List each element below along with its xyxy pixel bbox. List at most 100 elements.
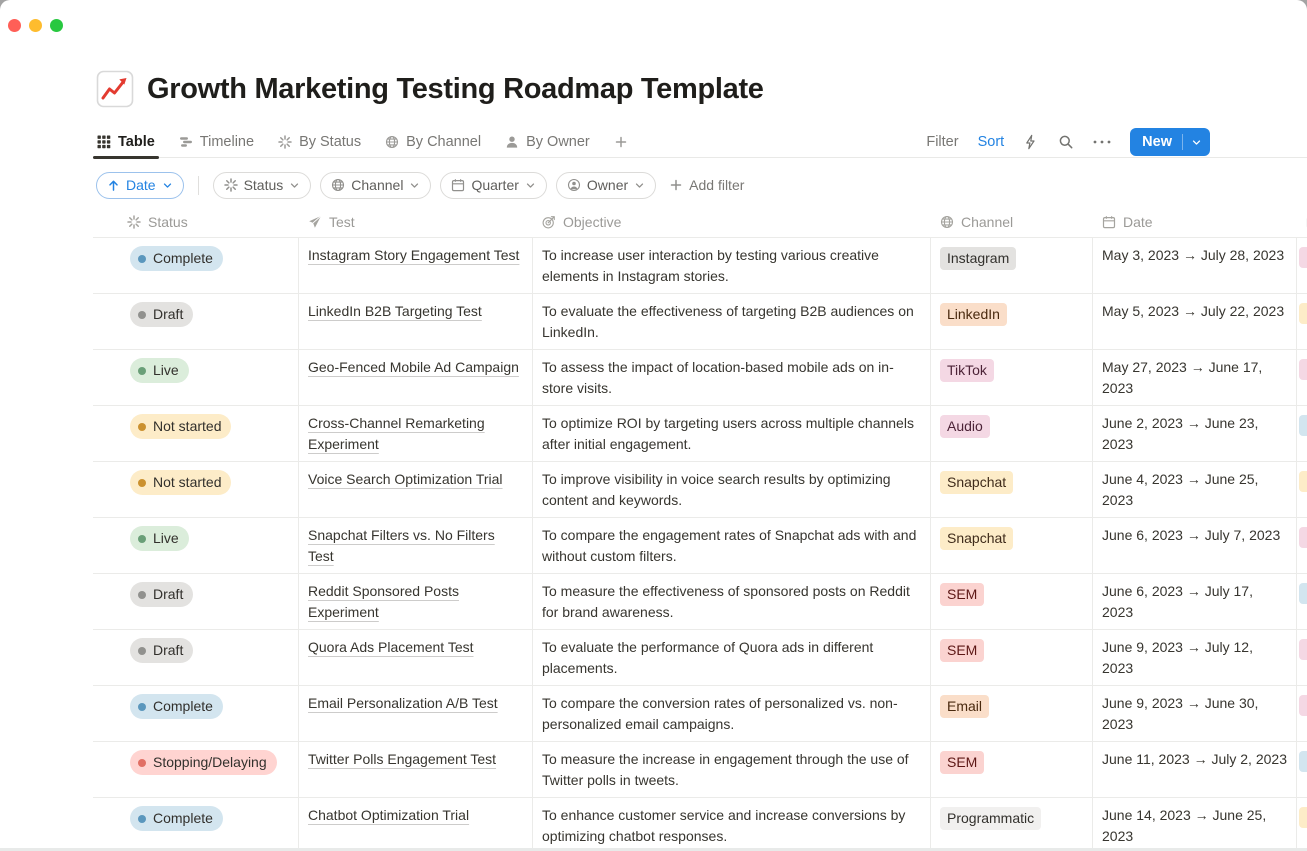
sort-button[interactable]: Sort	[978, 134, 1005, 150]
new-dropdown-chevron-icon[interactable]	[1183, 137, 1210, 148]
clipped-column-cell[interactable]	[1297, 350, 1307, 405]
test-link[interactable]: Cross-Channel Remarketing Experiment	[308, 415, 485, 452]
test-link[interactable]: Email Personalization A/B Test	[308, 695, 498, 711]
date-cell[interactable]: May 3, 2023 → July 28, 2023	[1093, 238, 1297, 293]
test-link[interactable]: Reddit Sponsored Posts Experiment	[308, 583, 459, 620]
column-header-test[interactable]: Test	[299, 207, 533, 237]
status-cell[interactable]: Live	[93, 518, 299, 573]
bolt-icon[interactable]	[1023, 134, 1039, 150]
test-cell[interactable]: Voice Search Optimization Trial	[299, 462, 533, 517]
ellipsis-icon[interactable]	[1093, 139, 1111, 145]
sort-pill-date[interactable]: Date	[96, 172, 184, 199]
channel-cell[interactable]: SEM	[931, 630, 1093, 685]
test-link[interactable]: Twitter Polls Engagement Test	[308, 751, 496, 767]
objective-cell[interactable]: To enhance customer service and increase…	[533, 798, 931, 851]
date-cell[interactable]: June 6, 2023 → July 17, 2023	[1093, 574, 1297, 629]
objective-cell[interactable]: To evaluate the effectiveness of targeti…	[533, 294, 931, 349]
date-cell[interactable]: May 27, 2023 → June 17, 2023	[1093, 350, 1297, 405]
test-cell[interactable]: Email Personalization A/B Test	[299, 686, 533, 741]
clipped-column-cell[interactable]	[1297, 518, 1307, 573]
channel-cell[interactable]: Snapchat	[931, 518, 1093, 573]
expand-window-button[interactable]	[50, 19, 63, 32]
status-cell[interactable]: Complete	[93, 238, 299, 293]
channel-cell[interactable]: Email	[931, 686, 1093, 741]
test-cell[interactable]: Geo-Fenced Mobile Ad Campaign	[299, 350, 533, 405]
filter-pill-channel[interactable]: Channel	[320, 172, 431, 199]
channel-cell[interactable]: Programmatic	[931, 798, 1093, 851]
status-cell[interactable]: Not started	[93, 462, 299, 517]
test-link[interactable]: Geo-Fenced Mobile Ad Campaign	[308, 359, 519, 375]
clipped-column-cell[interactable]	[1297, 630, 1307, 685]
column-header-date[interactable]: Date	[1093, 207, 1297, 237]
channel-cell[interactable]: SEM	[931, 742, 1093, 797]
test-cell[interactable]: Twitter Polls Engagement Test	[299, 742, 533, 797]
status-cell[interactable]: Live	[93, 350, 299, 405]
channel-cell[interactable]: TikTok	[931, 350, 1093, 405]
test-cell[interactable]: Snapchat Filters vs. No Filters Test	[299, 518, 533, 573]
status-cell[interactable]: Draft	[93, 294, 299, 349]
date-cell[interactable]: May 5, 2023 → July 22, 2023	[1093, 294, 1297, 349]
test-cell[interactable]: Cross-Channel Remarketing Experiment	[299, 406, 533, 461]
tab-timeline[interactable]: Timeline	[179, 134, 254, 150]
objective-cell[interactable]: To increase user interaction by testing …	[533, 238, 931, 293]
clipped-column-cell[interactable]	[1297, 462, 1307, 517]
test-link[interactable]: Voice Search Optimization Trial	[308, 471, 503, 487]
channel-cell[interactable]: Snapchat	[931, 462, 1093, 517]
status-cell[interactable]: Not started	[93, 406, 299, 461]
clipped-column-cell[interactable]	[1297, 574, 1307, 629]
status-cell[interactable]: Complete	[93, 798, 299, 851]
objective-cell[interactable]: To compare the engagement rates of Snapc…	[533, 518, 931, 573]
filter-pill-owner[interactable]: Owner	[556, 172, 656, 199]
clipped-column-cell[interactable]	[1297, 798, 1307, 851]
objective-cell[interactable]: To optimize ROI by targeting users acros…	[533, 406, 931, 461]
column-header-objective[interactable]: Objective	[533, 207, 931, 237]
test-cell[interactable]: Chatbot Optimization Trial	[299, 798, 533, 851]
status-cell[interactable]: Draft	[93, 574, 299, 629]
date-cell[interactable]: June 9, 2023 → July 12, 2023	[1093, 630, 1297, 685]
search-icon[interactable]	[1058, 134, 1074, 150]
clipped-column-cell[interactable]	[1297, 294, 1307, 349]
channel-cell[interactable]: Audio	[931, 406, 1093, 461]
column-header-channel[interactable]: Channel	[931, 207, 1093, 237]
date-cell[interactable]: June 9, 2023 → June 30, 2023	[1093, 686, 1297, 741]
clipped-column-cell[interactable]	[1297, 406, 1307, 461]
test-link[interactable]: Snapchat Filters vs. No Filters Test	[308, 527, 495, 564]
clipped-column-cell[interactable]	[1297, 238, 1307, 293]
test-link[interactable]: LinkedIn B2B Targeting Test	[308, 303, 482, 319]
new-button[interactable]: New	[1130, 134, 1182, 150]
clipped-column-cell[interactable]	[1297, 686, 1307, 741]
status-cell[interactable]: Complete	[93, 686, 299, 741]
objective-cell[interactable]: To compare the conversion rates of perso…	[533, 686, 931, 741]
status-cell[interactable]: Draft	[93, 630, 299, 685]
filter-button[interactable]: Filter	[926, 134, 958, 150]
column-header-clipped[interactable]	[1297, 207, 1307, 237]
tab-table[interactable]: Table	[97, 134, 155, 150]
objective-cell[interactable]: To assess the impact of location-based m…	[533, 350, 931, 405]
date-cell[interactable]: June 11, 2023 → July 2, 2023	[1093, 742, 1297, 797]
date-cell[interactable]: June 4, 2023 → June 25, 2023	[1093, 462, 1297, 517]
status-cell[interactable]: Stopping/Delaying	[93, 742, 299, 797]
date-cell[interactable]: June 14, 2023 → June 25, 2023	[1093, 798, 1297, 851]
tab-by-owner[interactable]: By Owner	[505, 134, 590, 150]
objective-cell[interactable]: To measure the effectiveness of sponsore…	[533, 574, 931, 629]
test-cell[interactable]: Quora Ads Placement Test	[299, 630, 533, 685]
test-link[interactable]: Quora Ads Placement Test	[308, 639, 474, 655]
objective-cell[interactable]: To measure the increase in engagement th…	[533, 742, 931, 797]
test-cell[interactable]: Instagram Story Engagement Test	[299, 238, 533, 293]
test-cell[interactable]: Reddit Sponsored Posts Experiment	[299, 574, 533, 629]
filter-pill-status[interactable]: Status	[213, 172, 312, 199]
objective-cell[interactable]: To improve visibility in voice search re…	[533, 462, 931, 517]
chart-increasing-icon[interactable]	[96, 70, 134, 108]
test-cell[interactable]: LinkedIn B2B Targeting Test	[299, 294, 533, 349]
test-link[interactable]: Instagram Story Engagement Test	[308, 247, 519, 263]
add-filter-button[interactable]: Add filter	[669, 177, 744, 193]
filter-pill-quarter[interactable]: Quarter	[440, 172, 546, 199]
close-window-button[interactable]	[8, 19, 21, 32]
objective-cell[interactable]: To evaluate the performance of Quora ads…	[533, 630, 931, 685]
clipped-column-cell[interactable]	[1297, 742, 1307, 797]
channel-cell[interactable]: Instagram	[931, 238, 1093, 293]
tab-by-status[interactable]: By Status	[278, 134, 361, 150]
tab-by-channel[interactable]: By Channel	[385, 134, 481, 150]
add-view-button[interactable]	[614, 135, 628, 149]
minimize-window-button[interactable]	[29, 19, 42, 32]
